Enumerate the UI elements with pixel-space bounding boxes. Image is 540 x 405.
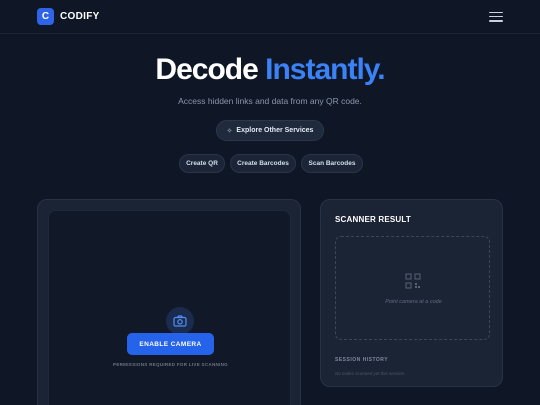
camera-icon bbox=[166, 307, 194, 335]
explore-services-label: Explore Other Services bbox=[236, 127, 314, 134]
camera-viewport: ENABLE CAMERA PERMISSIONS REQUIRED FOR L… bbox=[48, 210, 291, 405]
enable-camera-button[interactable]: ENABLE CAMERA bbox=[127, 333, 214, 355]
create-barcodes-button[interactable]: Create Barcodes bbox=[230, 154, 296, 173]
top-bar: C CODIFY bbox=[0, 0, 540, 34]
scan-barcodes-button[interactable]: Scan Barcodes bbox=[301, 154, 363, 173]
title-part-1: Decode bbox=[155, 53, 258, 86]
result-placeholder: Point camera at a code bbox=[335, 236, 490, 340]
page-title: Decode Instantly. bbox=[0, 52, 540, 88]
result-title: SCANNER RESULT bbox=[335, 215, 411, 224]
brand[interactable]: C CODIFY bbox=[37, 8, 100, 25]
scanner-panel: ENABLE CAMERA PERMISSIONS REQUIRED FOR L… bbox=[37, 199, 301, 405]
explore-services-button[interactable]: ✧ Explore Other Services bbox=[216, 120, 324, 141]
create-qr-button[interactable]: Create QR bbox=[179, 154, 225, 173]
placeholder-text: Point camera at a code bbox=[385, 299, 442, 305]
qr-code-icon bbox=[405, 273, 421, 289]
scanner-result-panel: SCANNER RESULT Point camera at a code SE… bbox=[320, 199, 503, 387]
brand-name: CODIFY bbox=[60, 11, 100, 22]
session-history-title: SESSION HISTORY bbox=[335, 357, 389, 363]
logo-icon: C bbox=[37, 8, 54, 25]
title-part-2: Instantly. bbox=[265, 53, 385, 86]
hamburger-menu-icon[interactable] bbox=[489, 11, 503, 22]
permission-note: PERMISSIONS REQUIRED FOR LIVE SCANNING bbox=[113, 362, 228, 367]
session-history-empty: No codes scanned yet this session bbox=[335, 371, 405, 376]
sparkle-icon: ✧ bbox=[226, 127, 233, 135]
page-subtitle: Access hidden links and data from any QR… bbox=[178, 96, 362, 106]
